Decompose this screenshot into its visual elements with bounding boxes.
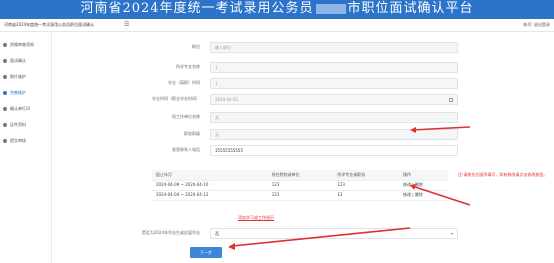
form-row-label: 毕业时间（职业毕业时间）: [152, 96, 200, 101]
form-row-value: 输入职位: [215, 45, 231, 50]
main-content: 学习及工作经历 起止年月所在院校或单位所学专业或职务操作2024-04-09 ~…: [52, 32, 554, 263]
table-cell: 2024-04-04 ~ 2024-04-12: [152, 190, 268, 201]
send-icon: [3, 139, 7, 143]
sidebar-item-label: 证件资料: [10, 122, 26, 127]
table-cell: 13: [333, 190, 399, 201]
sidebar-item-label: 面试确认: [10, 58, 26, 63]
form-row-value: 1: [215, 65, 218, 70]
experience-table: 起止年月 所在院校或单位 所学专业或职务 操作 2024-04-09 ~ 2024-04…: [152, 170, 448, 201]
banner-title-suffix: 市职位面试确认平台: [347, 1, 474, 16]
form-row-value: 无: [215, 115, 219, 120]
table-header-cell: 起止年月: [152, 170, 268, 181]
sidebar-item[interactable]: 完善维护: [0, 88, 52, 98]
form-row-value: 无: [215, 132, 219, 137]
graduate-select[interactable]: 否 ▾: [210, 228, 458, 239]
sidebar-item[interactable]: 面试确认: [0, 56, 52, 66]
form-row-label: 现工作单位名称: [172, 114, 200, 119]
form-row-label: 毕业（离职）时间: [168, 80, 200, 85]
form-row-input: 2024-04-01: [210, 94, 458, 105]
menu-icon[interactable]: ☰: [124, 21, 129, 29]
banner-title: 河南省2024年度统一考试录用公务员 市职位面试确认平台: [0, 1, 554, 17]
add-experience-link[interactable]: 添加学习或工作经历: [238, 215, 274, 221]
sidebar-item[interactable]: 提交审核: [0, 136, 52, 146]
print-icon: [3, 107, 7, 111]
form-row-label: 职位: [192, 44, 200, 49]
form-row-value: 1: [215, 81, 218, 86]
table-cell: 2024-04-09 ~ 2024-04-10: [152, 180, 268, 191]
redacted-block: [315, 3, 346, 14]
calendar-icon: [449, 98, 453, 102]
sidebar-item[interactable]: 确认单打印: [0, 104, 52, 114]
row-actions[interactable]: 修改 | 删除: [398, 190, 448, 201]
sidebar-item-label: 完善维护: [10, 90, 26, 95]
sidebar-item[interactable]: 照片维护: [0, 72, 52, 82]
next-button[interactable]: 下一步: [190, 247, 222, 258]
banner-title-prefix: 河南省2024年度统一考试录用公务员: [80, 1, 314, 16]
page-banner: 河南省2024年度统一考试录用公务员 市职位面试确认平台: [0, 0, 554, 19]
row-actions[interactable]: 修改 | 删除: [398, 180, 448, 191]
form-row-label: 职务职级: [184, 131, 200, 136]
table-cell: 123: [267, 190, 334, 201]
form-row-label: 所学专业名称: [176, 64, 200, 69]
graduate-select-label: 是否为2024年毕业生或应届毕业: [141, 230, 200, 235]
table-header-cell: 操作: [398, 170, 448, 181]
app-title: 河南省2024年度统一考试录用公务员职位面试确认: [4, 22, 95, 27]
header-account[interactable]: 帐号: 退出登录: [523, 21, 550, 29]
file-icon: [3, 123, 7, 127]
graduate-select-value: 否: [215, 231, 219, 236]
image-icon: [3, 75, 7, 79]
form-row-input: 无: [210, 112, 458, 123]
form-row-input: 输入职位: [210, 42, 458, 53]
form-row-label: 紧急联系人电话: [172, 147, 200, 152]
sidebar-item-label: 照片维护: [10, 74, 26, 79]
form-row-input[interactable]: 15555555555: [210, 145, 458, 156]
table-header-cell: 所在院校或单位: [267, 170, 334, 181]
table-cell: 123: [267, 180, 334, 191]
sidebar-item[interactable]: 证件资料: [0, 120, 52, 130]
sidebar-item-label: 确认单打印: [10, 106, 30, 111]
chevron-down-icon: ▾: [450, 231, 453, 236]
app-header: 河南省2024年度统一考试录用公务员职位面试确认 ☰ 帐号: 退出登录: [0, 19, 554, 32]
form-row-input: 1: [210, 62, 458, 73]
table-note: 注:请按先后顺序填写，如有修改请点击修改按钮。: [458, 172, 548, 177]
form-row-value: 15555555555: [215, 148, 243, 153]
table-header-cell: 所学专业或职务: [333, 170, 399, 181]
edit-icon: [3, 91, 7, 95]
check-icon: [3, 59, 7, 63]
form-row-input: 无: [210, 129, 458, 140]
table-row: 2024-04-09 ~ 2024-04-10 123 123 修改 | 删除: [152, 180, 448, 191]
table-row: 2024-04-04 ~ 2024-04-12 123 13 修改 | 删除: [152, 190, 448, 201]
sidebar: 资格审查须知 面试确认照片维护完善维护确认单打印证件资料提交审核: [0, 32, 52, 263]
sidebar-item[interactable]: 资格审查须知: [0, 40, 52, 50]
table-header-row: 起止年月 所在院校或单位 所学专业或职务 操作: [152, 170, 448, 181]
sidebar-item-label: 提交审核: [10, 138, 26, 143]
form-row-value: 2024-04-01: [215, 97, 239, 102]
form-row-input: 1: [210, 78, 458, 89]
table-cell: 123: [333, 180, 399, 191]
info-icon: [3, 43, 7, 47]
sidebar-item-label: 资格审查须知: [10, 42, 34, 47]
